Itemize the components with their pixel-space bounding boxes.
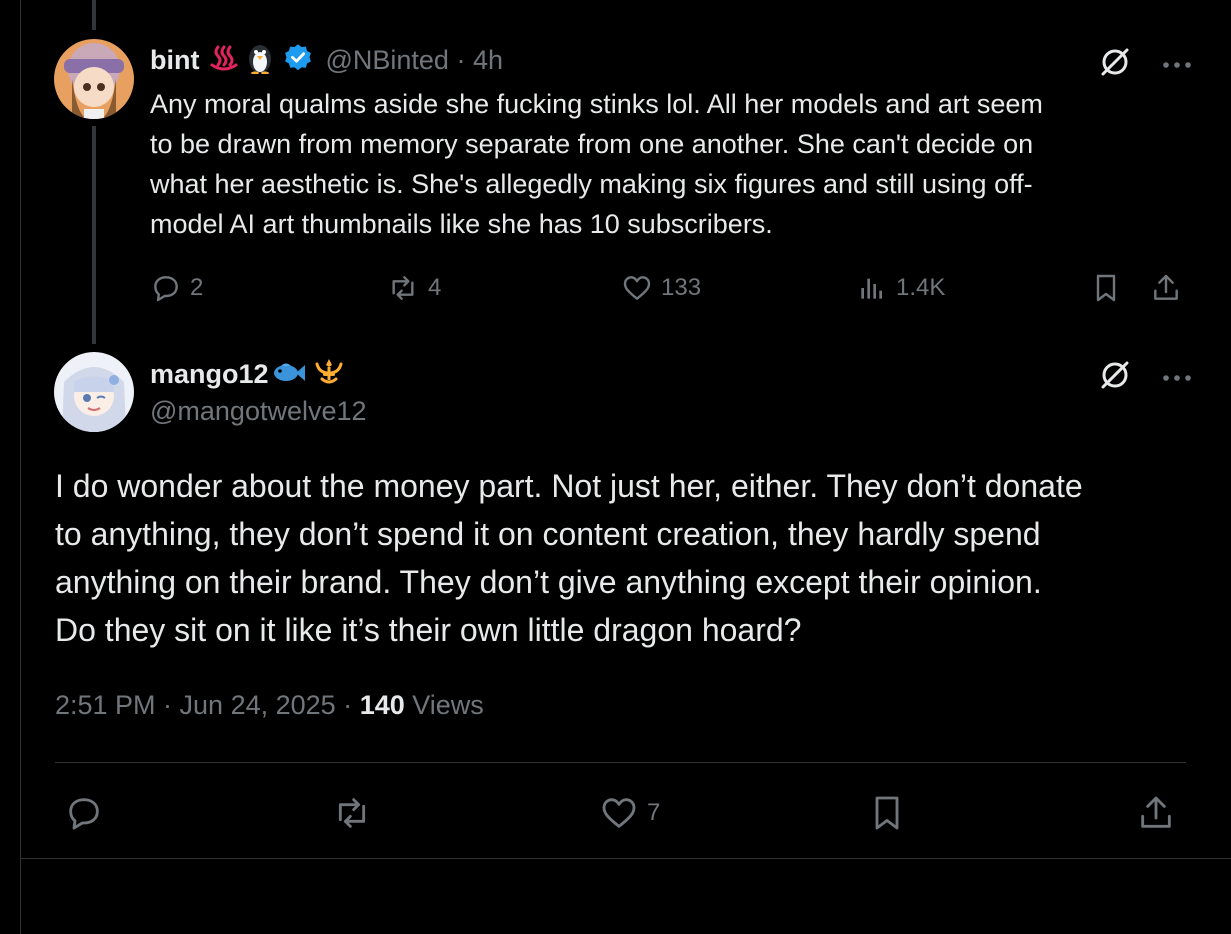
grok-icon[interactable] <box>1098 45 1132 84</box>
main-text-line: I do wonder about the money part. Not ju… <box>55 468 1083 504</box>
main-top-actions <box>1098 358 1192 397</box>
reply-like-button[interactable]: 133 <box>621 272 701 304</box>
reply-top-actions <box>1098 45 1192 84</box>
share-icon <box>1154 274 1178 300</box>
reply-views-count: 1.4K <box>896 274 946 301</box>
reply-icon <box>154 276 178 302</box>
thread-line-connector <box>92 126 96 344</box>
post-metadata: 2:51 PM · Jun 24, 2025 · 140 Views <box>55 690 484 721</box>
reply-handle-time[interactable]: @NBinted · 4h <box>325 45 503 76</box>
reply-reply-count: 2 <box>190 274 204 301</box>
avatar-mango12[interactable] <box>54 352 134 432</box>
main-text-line: to anything, they don’t spend it on cont… <box>55 516 1041 552</box>
reply-repost-button[interactable]: 4 <box>386 272 441 304</box>
views-chart-icon <box>861 278 882 299</box>
trident-emblem-emoji-icon <box>313 356 345 393</box>
reply-views-button[interactable]: 1.4K <box>856 272 945 304</box>
share-icon <box>1141 796 1171 828</box>
reply-text-line: model AI art thumbnails like she has 10 … <box>150 209 773 239</box>
divider <box>55 762 1186 763</box>
bookmark-icon <box>1096 274 1116 302</box>
reply-share-button[interactable] <box>1150 272 1182 304</box>
main-author-row: mango12 <box>150 356 345 393</box>
fish-emoji-icon <box>271 358 307 391</box>
main-text-line: anything on their brand. They don’t give… <box>55 564 1042 600</box>
main-display-name[interactable]: mango12 <box>150 359 269 390</box>
verified-badge-icon <box>283 43 313 78</box>
main-handle[interactable]: @mangotwelve12 <box>150 396 367 427</box>
reply-text-line: Any moral qualms aside she fucking stink… <box>150 89 1043 119</box>
reply-icon <box>69 798 99 830</box>
reply-text: Any moral qualms aside she fucking stink… <box>150 84 1200 244</box>
repost-icon <box>338 798 366 828</box>
reply-repost-count: 4 <box>428 274 442 301</box>
grok-icon[interactable] <box>1098 358 1132 397</box>
main-share-button[interactable] <box>1136 793 1176 833</box>
main-post-text: I do wonder about the money part. Not ju… <box>55 462 1205 654</box>
heart-icon <box>602 798 636 828</box>
reply-bookmark-button[interactable] <box>1090 272 1122 304</box>
main-reply-button[interactable] <box>64 793 104 833</box>
reply-reply-button[interactable]: 2 <box>150 272 203 304</box>
main-like-count: 7 <box>647 799 661 826</box>
reply-text-line: what her aesthetic is. She's allegedly m… <box>150 169 1033 199</box>
penguin-emoji-icon <box>245 42 275 79</box>
avatar-bint[interactable] <box>54 39 134 119</box>
main-repost-button[interactable] <box>330 793 374 833</box>
heart-icon <box>623 276 651 300</box>
thread-line-top <box>92 0 96 30</box>
more-options-icon[interactable] <box>1162 56 1192 74</box>
main-text-line: Do they sit on it like it’s their own li… <box>55 612 802 648</box>
reply-author-row: bint @NBinted · 4h <box>150 42 503 79</box>
reply-like-count: 133 <box>661 274 702 301</box>
bookmark-icon <box>875 796 899 830</box>
reply-display-name[interactable]: bint <box>150 45 199 76</box>
views-label: Views <box>404 690 484 720</box>
hot-springs-emoji-icon <box>209 43 239 78</box>
main-bookmark-button[interactable] <box>867 793 907 833</box>
more-options-icon[interactable] <box>1162 369 1192 387</box>
reply-text-line: to be drawn from memory separate from on… <box>150 129 1034 159</box>
bottom-divider <box>20 858 1231 859</box>
post-timestamp[interactable]: 2:51 PM · Jun 24, 2025 · <box>55 690 360 720</box>
main-like-button[interactable]: 7 <box>599 793 660 833</box>
repost-icon <box>392 276 414 300</box>
views-count: 140 <box>359 690 405 720</box>
